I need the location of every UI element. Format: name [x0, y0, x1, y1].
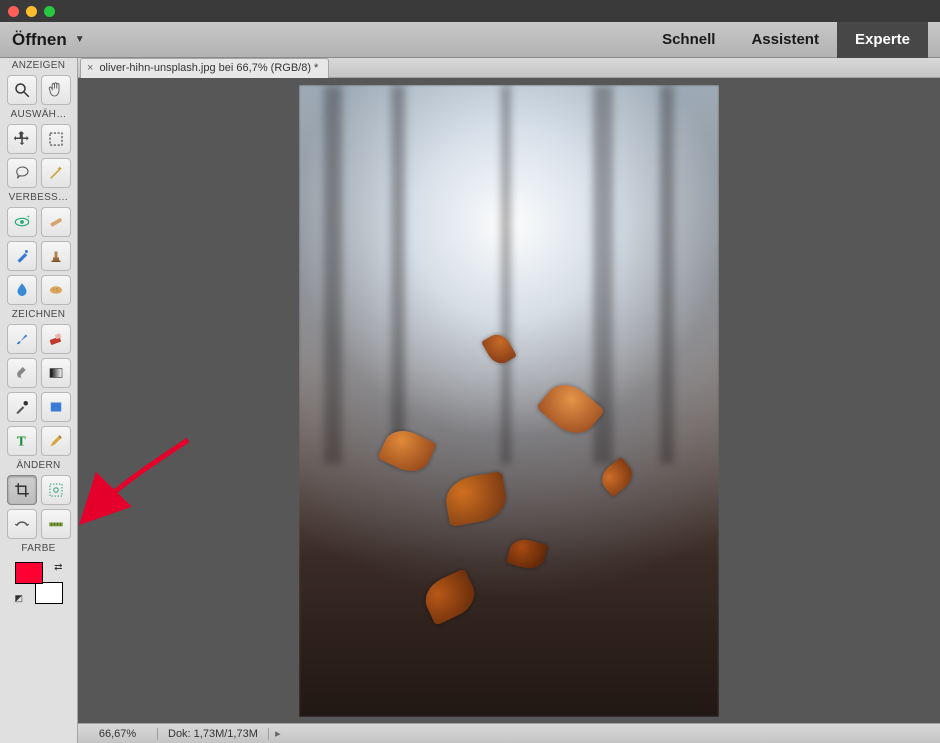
svg-text:T: T: [16, 434, 25, 449]
workspace-tabs: Schnell Assistent Experte: [644, 22, 928, 58]
status-zoom[interactable]: 66,67%: [78, 728, 158, 740]
color-swatches[interactable]: ⇄ ◩: [15, 562, 63, 604]
close-document-icon[interactable]: ×: [87, 62, 93, 74]
document-tab[interactable]: × oliver-hihn-unsplash.jpg bei 66,7% (RG…: [80, 58, 329, 78]
open-menu-button[interactable]: Öffnen ▼: [12, 30, 85, 50]
redeye-tool[interactable]: +: [7, 207, 37, 237]
tab-label: Experte: [855, 31, 910, 48]
document-tab-bar: × oliver-hihn-unsplash.jpg bei 66,7% (RG…: [78, 58, 940, 78]
hand-tool[interactable]: [41, 75, 71, 105]
gradient-tool[interactable]: [41, 358, 71, 388]
move-tool[interactable]: [7, 124, 37, 154]
sponge-tool[interactable]: [41, 275, 71, 305]
tab-assistent[interactable]: Assistent: [733, 22, 837, 58]
menu-bar: Öffnen ▼ Schnell Assistent Experte: [0, 22, 940, 58]
background-color-swatch[interactable]: [35, 582, 63, 604]
tab-experte[interactable]: Experte: [837, 22, 928, 58]
tool-sidebar: ANZEIGEN AUSWÄH… VERBESS… + ZEICHNEN: [0, 58, 78, 743]
eraser-tool[interactable]: [41, 324, 71, 354]
svg-text:+: +: [26, 215, 30, 221]
shape-tool[interactable]: [41, 392, 71, 422]
straighten-tool[interactable]: [41, 509, 71, 539]
chevron-down-icon: ▼: [75, 34, 85, 45]
crop-tool[interactable]: [7, 475, 37, 505]
open-label: Öffnen: [12, 30, 67, 50]
eyedropper-tool[interactable]: [7, 392, 37, 422]
stamp-tool[interactable]: [41, 241, 71, 271]
canvas-area: × oliver-hihn-unsplash.jpg bei 66,7% (RG…: [78, 58, 940, 743]
section-auswaehlen: AUSWÄH…: [0, 107, 77, 122]
type-tool[interactable]: T: [7, 426, 37, 456]
status-bar: 66,67% Dok: 1,73M/1,73M ▸: [78, 723, 940, 743]
section-aendern: ÄNDERN: [0, 458, 77, 473]
section-verbessern: VERBESS…: [0, 190, 77, 205]
zoom-window-icon[interactable]: [44, 6, 55, 17]
tab-label: Schnell: [662, 31, 715, 48]
healing-tool[interactable]: [41, 207, 71, 237]
default-colors-icon[interactable]: ◩: [15, 593, 24, 604]
tab-schnell[interactable]: Schnell: [644, 22, 733, 58]
foreground-color-swatch[interactable]: [15, 562, 43, 584]
close-window-icon[interactable]: [8, 6, 19, 17]
canvas-viewport[interactable]: [78, 78, 940, 723]
content-move-tool[interactable]: [7, 509, 37, 539]
recompose-tool[interactable]: [41, 475, 71, 505]
marquee-tool[interactable]: [41, 124, 71, 154]
smudge-tool[interactable]: [7, 358, 37, 388]
lasso-tool[interactable]: [7, 158, 37, 188]
document-tab-title: oliver-hihn-unsplash.jpg bei 66,7% (RGB/…: [99, 62, 318, 74]
window-titlebar: [0, 0, 940, 22]
tab-label: Assistent: [751, 31, 819, 48]
status-caret-icon[interactable]: ▸: [269, 727, 287, 740]
document-image[interactable]: [299, 85, 719, 717]
pencil-tool[interactable]: [41, 426, 71, 456]
blur-tool[interactable]: [7, 275, 37, 305]
swap-colors-icon[interactable]: ⇄: [54, 562, 62, 573]
brush-tool[interactable]: [7, 324, 37, 354]
zoom-tool[interactable]: [7, 75, 37, 105]
magic-wand-tool[interactable]: [41, 158, 71, 188]
traffic-lights: [8, 6, 55, 17]
section-anzeigen: ANZEIGEN: [0, 58, 77, 73]
clone-brush-tool[interactable]: [7, 241, 37, 271]
section-zeichnen: ZEICHNEN: [0, 307, 77, 322]
section-farbe: FARBE: [0, 541, 77, 556]
minimize-window-icon[interactable]: [26, 6, 37, 17]
status-doc-size: Dok: 1,73M/1,73M: [158, 728, 269, 740]
